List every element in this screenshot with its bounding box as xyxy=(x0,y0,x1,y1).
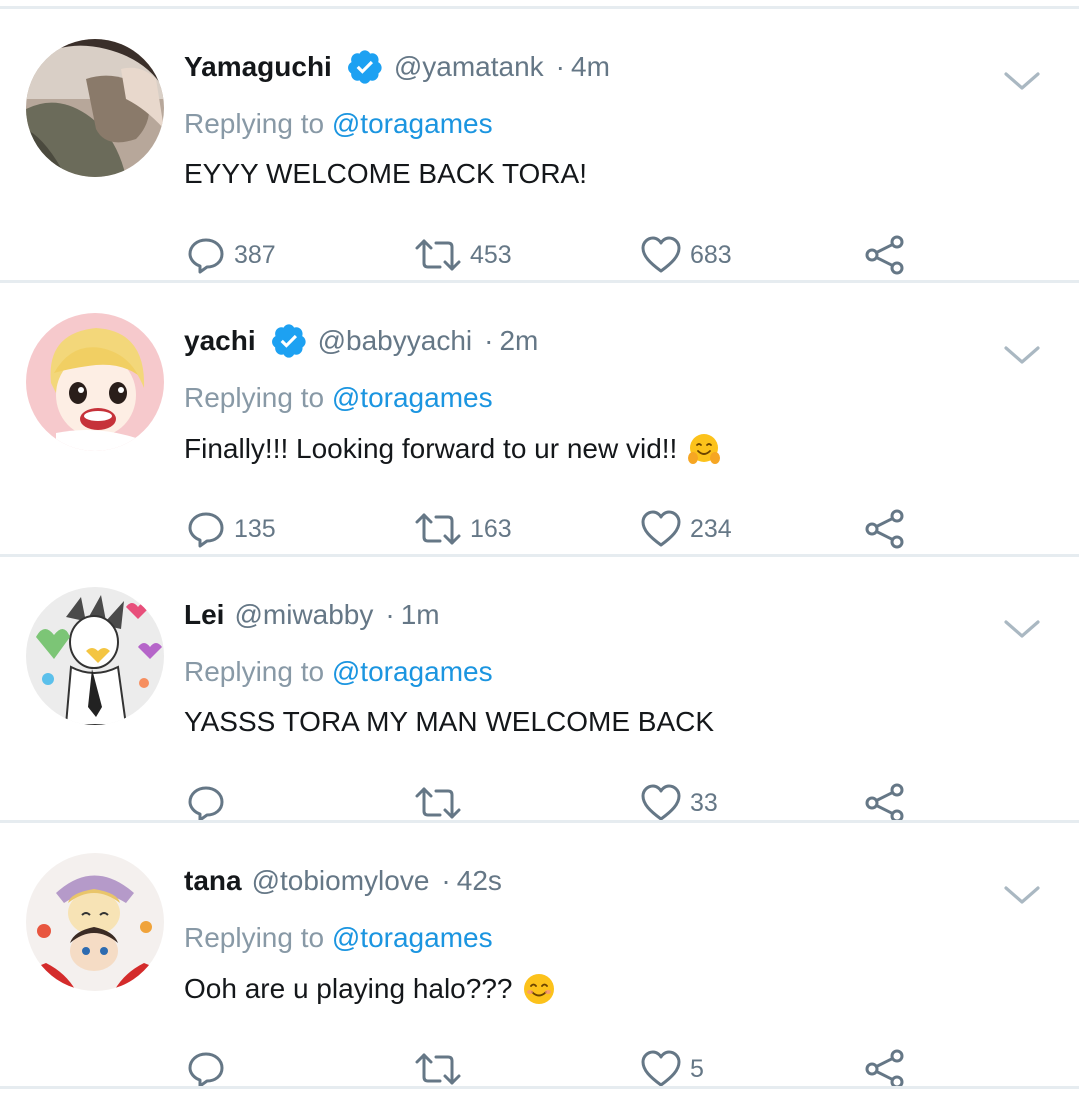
tweet-text-content: YASSS TORA MY MAN WELCOME BACK xyxy=(184,706,715,737)
reply-bubble-icon xyxy=(188,1052,224,1088)
verified-badge-icon xyxy=(270,322,308,360)
retweet-icon xyxy=(415,239,461,271)
retweet-icon xyxy=(415,787,461,819)
share-icon xyxy=(865,1049,904,1089)
display-name[interactable]: Lei xyxy=(184,599,224,631)
replying-prefix: Replying to xyxy=(184,382,325,413)
chevron-down-icon[interactable] xyxy=(1002,880,1042,910)
share-button[interactable] xyxy=(864,504,906,554)
reply-button[interactable]: 135 xyxy=(186,504,276,554)
divider xyxy=(0,1086,1079,1089)
display-name[interactable]: Yamaguchi xyxy=(184,51,332,83)
tweet-item[interactable]: yachi @babyyachi · 2m Replying to @torag… xyxy=(0,284,1079,556)
reply-bubble-icon xyxy=(188,512,224,548)
chevron-down-icon[interactable] xyxy=(1002,66,1042,96)
like-count: 33 xyxy=(690,788,718,817)
tweet-item[interactable]: Lei @miwabby · 1m Replying to @toragames… xyxy=(0,558,1079,830)
tweet-item[interactable]: tana @tobiomylove · 42s Replying to @tor… xyxy=(0,824,1079,1096)
tweet-text-content: EYYY WELCOME BACK TORA! xyxy=(184,158,588,189)
verified-badge-icon xyxy=(346,48,384,86)
tweet-text-content: Finally!!! Looking forward to ur new vid… xyxy=(184,433,678,464)
timestamp[interactable]: 42s xyxy=(457,865,502,897)
replying-prefix: Replying to xyxy=(184,108,325,139)
like-button[interactable]: 683 xyxy=(640,230,732,280)
retweet-count: 453 xyxy=(470,240,512,269)
replying-prefix: Replying to xyxy=(184,922,325,953)
retweet-button[interactable]: 453 xyxy=(414,230,512,280)
timestamp[interactable]: 2m xyxy=(499,325,538,357)
handle[interactable]: @yamatank xyxy=(394,51,544,83)
retweet-button[interactable]: 163 xyxy=(414,504,512,554)
timestamp[interactable]: 4m xyxy=(571,51,610,83)
tweet-text: Ooh are u playing halo??? xyxy=(184,972,556,1006)
divider xyxy=(0,280,1079,283)
divider xyxy=(0,820,1079,823)
replying-to: Replying to @toragames xyxy=(184,922,493,954)
separator-dot: · xyxy=(484,325,494,356)
avatar[interactable] xyxy=(26,39,164,177)
reply-bubble-icon xyxy=(188,786,224,822)
share-icon xyxy=(865,235,904,275)
display-name[interactable]: yachi xyxy=(184,325,256,357)
heart-icon xyxy=(641,236,681,273)
share-icon xyxy=(865,783,904,823)
replying-mention-link[interactable]: @toragames xyxy=(332,922,493,953)
avatar[interactable] xyxy=(26,313,164,451)
reply-bubble-icon xyxy=(188,238,224,274)
separator-dot: · xyxy=(385,599,395,630)
tweet-header: Yamaguchi @yamatank · 4m xyxy=(184,44,610,90)
replying-to: Replying to @toragames xyxy=(184,108,493,140)
avatar[interactable] xyxy=(26,853,164,991)
display-name[interactable]: tana xyxy=(184,865,242,897)
timestamp[interactable]: 1m xyxy=(401,599,440,631)
tweet-header: Lei @miwabby · 1m xyxy=(184,592,440,638)
like-count: 5 xyxy=(690,1054,704,1083)
tweet-text: EYYY WELCOME BACK TORA! xyxy=(184,158,587,190)
separator-dot: · xyxy=(441,865,451,896)
action-bar: 135 163 234 xyxy=(0,504,1079,554)
tweet-text-content: Ooh are u playing halo??? xyxy=(184,973,513,1004)
reply-count: 135 xyxy=(234,514,276,543)
retweet-count: 163 xyxy=(470,514,512,543)
handle[interactable]: @babyyachi xyxy=(318,325,473,357)
hugging-face-emoji-icon xyxy=(687,432,721,466)
like-button[interactable]: 234 xyxy=(640,504,732,554)
tweet-text: YASSS TORA MY MAN WELCOME BACK xyxy=(184,706,714,738)
reply-button[interactable]: 387 xyxy=(186,230,276,280)
avatar[interactable] xyxy=(26,587,164,725)
replying-to: Replying to @toragames xyxy=(184,656,493,688)
replying-mention-link[interactable]: @toragames xyxy=(332,108,493,139)
smiling-face-emoji-icon xyxy=(522,972,556,1006)
tweet-text: Finally!!! Looking forward to ur new vid… xyxy=(184,432,721,466)
tweet-item[interactable]: Yamaguchi @yamatank · 4m Replying to @to… xyxy=(0,10,1079,282)
handle[interactable]: @tobiomylove xyxy=(252,865,430,897)
retweet-icon xyxy=(415,513,461,545)
tweet-header: tana @tobiomylove · 42s xyxy=(184,858,502,904)
separator-dot: · xyxy=(555,51,565,82)
like-count: 683 xyxy=(690,240,732,269)
heart-icon xyxy=(641,510,681,547)
heart-icon xyxy=(641,784,681,821)
tweet-header: yachi @babyyachi · 2m xyxy=(184,318,538,364)
replying-mention-link[interactable]: @toragames xyxy=(332,656,493,687)
chevron-down-icon[interactable] xyxy=(1002,340,1042,370)
retweet-icon xyxy=(415,1053,461,1085)
divider xyxy=(0,554,1079,557)
divider xyxy=(0,6,1079,9)
replying-prefix: Replying to xyxy=(184,656,325,687)
share-button[interactable] xyxy=(864,230,906,280)
like-count: 234 xyxy=(690,514,732,543)
reply-count: 387 xyxy=(234,240,276,269)
share-icon xyxy=(865,509,904,549)
action-bar: 387 453 683 xyxy=(0,230,1079,280)
replying-mention-link[interactable]: @toragames xyxy=(332,382,493,413)
chevron-down-icon[interactable] xyxy=(1002,614,1042,644)
heart-icon xyxy=(641,1050,681,1087)
replying-to: Replying to @toragames xyxy=(184,382,493,414)
handle[interactable]: @miwabby xyxy=(234,599,373,631)
